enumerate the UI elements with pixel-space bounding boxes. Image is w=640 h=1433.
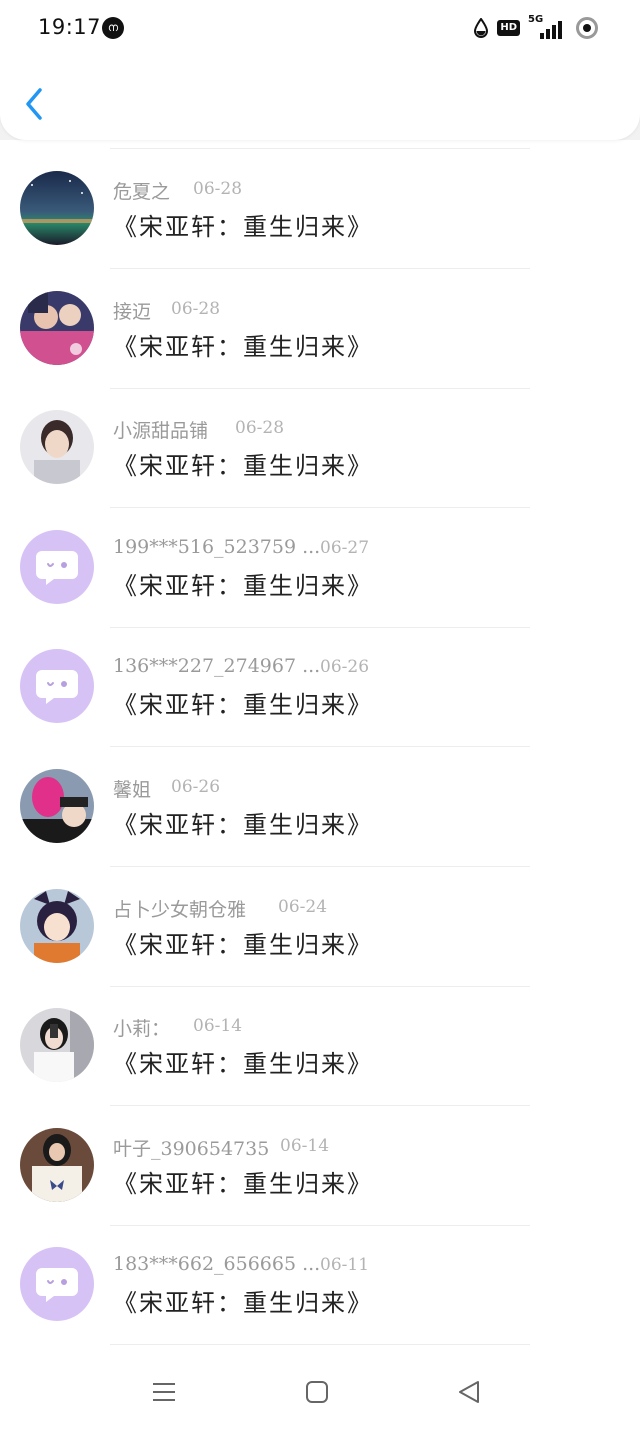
hd-badge: HD <box>497 20 520 36</box>
username[interactable]: 占卜少女朝仓雅 <box>113 895 246 922</box>
comment-date: 06-28 <box>235 418 285 439</box>
comment-date: 06-14 <box>280 1135 330 1156</box>
username[interactable]: 183***662_656665 ... <box>113 1253 320 1275</box>
app-header: 19:17 ന HD 5G <box>0 0 640 140</box>
comment-row[interactable]: 危夏之 06-28 《宋亚轩：重生归来》 <box>0 149 640 269</box>
home-square-icon[interactable] <box>305 1380 329 1404</box>
username[interactable]: 危夏之 <box>113 177 170 204</box>
comment-row[interactable]: 小莉： 06-14 《宋亚轩：重生归来》 <box>0 986 640 1107</box>
username[interactable]: 叶子_390654735 <box>113 1134 269 1161</box>
comment-text: 《宋亚轩：重生归来》 <box>113 930 373 959</box>
comment-row[interactable]: 小源甜品铺 06-28 《宋亚轩：重生归来》 <box>0 388 640 509</box>
back-triangle-icon[interactable] <box>457 1380 481 1404</box>
username[interactable]: 小莉： <box>113 1014 170 1041</box>
water-drop-icon <box>474 18 489 38</box>
comment-row[interactable]: 馨姐 06-26 《宋亚轩：重生归来》 <box>0 747 640 867</box>
comment-text: 《宋亚轩：重生归来》 <box>113 1050 373 1079</box>
comment-list: 危夏之 06-28 《宋亚轩：重生归来》 接迈 06-28 《宋亚轩：重生归来》 小源甜品铺… <box>0 140 640 1348</box>
username[interactable]: 199***516_523759 ... <box>113 536 320 558</box>
username[interactable]: 136***227_274967 ... <box>113 655 320 677</box>
comment-text: 《宋亚轩：重生归来》 <box>113 213 373 241</box>
comment-row[interactable]: 136***227_274967 ... 06-26 《宋亚轩：重生归来》 <box>0 627 640 748</box>
signal-icon: 5G <box>528 14 568 39</box>
avatar[interactable] <box>20 1247 94 1322</box>
comment-text: 《宋亚轩：重生归来》 <box>113 1289 373 1318</box>
username[interactable]: 接迈 <box>113 297 151 324</box>
comment-date: 06-28 <box>193 179 243 199</box>
comment-row[interactable]: 占卜少女朝仓雅 06-24 《宋亚轩：重生归来》 <box>0 867 640 987</box>
comment-date: 06-27 <box>320 537 370 558</box>
avatar[interactable] <box>20 769 94 843</box>
avatar[interactable] <box>20 529 94 604</box>
divider <box>110 1344 530 1346</box>
comment-date: 06-26 <box>171 777 221 797</box>
system-nav-bar <box>0 1348 640 1433</box>
status-icons: HD 5G <box>473 14 598 39</box>
record-icon <box>576 17 598 39</box>
comment-row[interactable]: 叶子_390654735 06-14 《宋亚轩：重生归来》 <box>0 1106 640 1226</box>
comment-text: 《宋亚轩：重生归来》 <box>113 571 373 600</box>
avatar[interactable] <box>20 888 94 963</box>
comment-date: 06-28 <box>171 298 221 319</box>
comment-date: 06-14 <box>193 1016 243 1037</box>
menu-icon[interactable] <box>152 1380 176 1404</box>
username[interactable]: 馨姐 <box>113 775 151 802</box>
comment-date: 06-26 <box>320 657 370 678</box>
avatar[interactable] <box>20 171 94 245</box>
avatar[interactable] <box>20 1127 94 1202</box>
comment-date: 06-24 <box>278 896 328 917</box>
comment-date: 06-11 <box>320 1255 370 1276</box>
username[interactable]: 小源甜品铺 <box>113 416 208 443</box>
avatar[interactable] <box>20 410 94 485</box>
comment-text: 《宋亚轩：重生归来》 <box>113 1169 373 1198</box>
avatar[interactable] <box>20 649 94 724</box>
avatar[interactable] <box>20 1008 94 1083</box>
notification-icon: ന <box>102 17 124 39</box>
status-time: 19:17 <box>38 15 102 39</box>
comment-text: 《宋亚轩：重生归来》 <box>113 811 373 839</box>
comment-text: 《宋亚轩：重生归来》 <box>113 691 373 720</box>
comment-text: 《宋亚轩：重生归来》 <box>113 332 373 361</box>
back-button[interactable] <box>20 84 50 124</box>
comment-row[interactable]: 183***662_656665 ... 06-11 《宋亚轩：重生归来》 <box>0 1225 640 1346</box>
comment-row[interactable]: 接迈 06-28 《宋亚轩：重生归来》 <box>0 269 640 389</box>
comment-text: 《宋亚轩：重生归来》 <box>113 452 373 481</box>
avatar[interactable] <box>20 290 94 365</box>
comment-row[interactable]: 199***516_523759 ... 06-27 《宋亚轩：重生归来》 <box>0 508 640 628</box>
